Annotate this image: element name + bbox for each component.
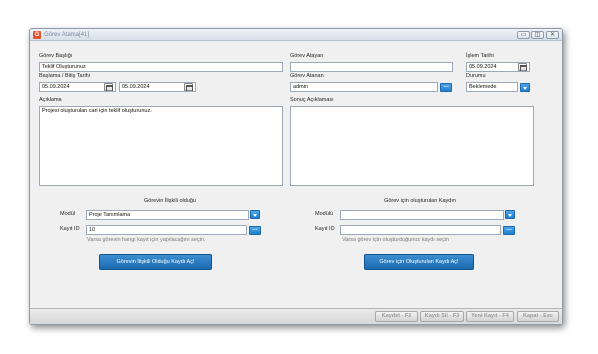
left-section-title: Görevin İlişkili olduğu bbox=[144, 198, 196, 204]
sonuc-aciklamasi-label: Sonuç Açıklaması bbox=[290, 97, 334, 103]
new-record-button[interactable]: Yeni Kayıt - F4 bbox=[466, 311, 514, 322]
modulu-dropdown-button[interactable] bbox=[505, 210, 515, 219]
bitis-tarihi-input[interactable]: 05.09.2024 bbox=[119, 82, 196, 92]
right-kayit-id-label: Kayıt ID bbox=[315, 226, 335, 232]
left-section-hint: Varsa görevin hangi kayıt için yapılacağ… bbox=[87, 237, 206, 243]
gorev-atayan-input[interactable] bbox=[290, 62, 453, 72]
kayit-id-label: Kayıt ID bbox=[60, 226, 80, 232]
baslama-bitis-label: Başlama / Bitiş Tarihi bbox=[39, 73, 90, 79]
gorev-atanan-label: Görev Atanan bbox=[290, 73, 324, 79]
kayit-id-input[interactable]: 10 bbox=[86, 225, 247, 235]
sonuc-aciklamasi-textarea[interactable] bbox=[290, 106, 534, 186]
gorev-atanan-select-button[interactable]: … bbox=[440, 83, 452, 92]
right-section-title: Görev için oluşturulan Kaydın bbox=[384, 198, 456, 204]
right-kayit-id-select-button[interactable]: … bbox=[503, 226, 515, 235]
ellipsis-icon: … bbox=[252, 226, 258, 232]
durumu-select[interactable]: Beklemede bbox=[466, 82, 518, 92]
gorev-atanan-input[interactable]: admin bbox=[290, 82, 438, 92]
aciklama-label: Açıklama bbox=[39, 97, 62, 103]
gorev-basligi-label: Görev Başlığı bbox=[39, 53, 73, 59]
right-section-hint: Varsa görev için oluşturduğunuz kaydı se… bbox=[342, 237, 450, 243]
window-title: Görev Atama[41] bbox=[44, 32, 90, 38]
baslama-tarihi-input[interactable]: 05.09.2024 bbox=[39, 82, 116, 92]
modulu-select[interactable] bbox=[340, 210, 504, 220]
ellipsis-icon: … bbox=[506, 226, 512, 232]
bitis-tarihi-value: 05.09.2024 bbox=[122, 84, 150, 90]
gorev-atama-window: G Görev Atama[41] ▭ ◫ ✕ Görev Başlığı Te… bbox=[29, 28, 563, 325]
maximize-button[interactable]: ◫ bbox=[531, 31, 544, 39]
modul-dropdown-button[interactable] bbox=[250, 210, 260, 219]
right-kayit-id-input[interactable] bbox=[340, 225, 501, 235]
close-button[interactable]: Kapat - Esc bbox=[517, 311, 559, 322]
open-created-record-button[interactable]: Görev için Oluşturulan Kaydı Aç! bbox=[364, 254, 474, 270]
modul-label: Modül bbox=[60, 211, 75, 217]
durumu-dropdown-button[interactable] bbox=[520, 83, 530, 92]
calendar-icon[interactable] bbox=[518, 63, 527, 71]
calendar-icon[interactable] bbox=[104, 83, 113, 91]
maximize-icon: ◫ bbox=[534, 32, 541, 38]
baslama-tarihi-value: 05.09.2024 bbox=[42, 84, 70, 90]
delete-record-button[interactable]: Kaydı Sil - F3 bbox=[420, 311, 464, 322]
kayit-id-select-button[interactable]: … bbox=[249, 226, 261, 235]
ellipsis-icon: … bbox=[443, 83, 449, 89]
app-icon: G bbox=[33, 31, 41, 39]
calendar-icon[interactable] bbox=[184, 83, 193, 91]
islem-tarihi-label: İşlem Tarihi bbox=[466, 53, 494, 59]
islem-tarihi-value: 05.09.2024 bbox=[469, 64, 497, 70]
close-window-button[interactable]: ✕ bbox=[546, 31, 559, 39]
save-button[interactable]: Kaydet - F2 bbox=[375, 311, 418, 322]
minimize-button[interactable]: ▭ bbox=[517, 31, 530, 39]
durumu-label: Durumu bbox=[466, 73, 486, 79]
close-icon: ✕ bbox=[549, 32, 556, 38]
gorev-atayan-label: Görev Atayan bbox=[290, 53, 324, 59]
islem-tarihi-input[interactable]: 05.09.2024 bbox=[466, 62, 530, 72]
gorev-basligi-input[interactable]: Teklif Oluşturunuz bbox=[39, 62, 283, 72]
open-related-record-button[interactable]: Görevin İlişkili Olduğu Kaydı Aç! bbox=[99, 254, 212, 270]
minimize-icon: ▭ bbox=[520, 32, 527, 38]
title-bar: G Görev Atama[41] ▭ ◫ ✕ bbox=[30, 29, 562, 41]
modul-select[interactable]: Proje Tanımlama bbox=[86, 210, 249, 220]
footer-toolbar: Kaydet - F2 Kaydı Sil - F3 Yeni Kayıt - … bbox=[30, 308, 562, 324]
modulu-label: Modülü bbox=[315, 211, 334, 217]
aciklama-textarea[interactable]: Projesi oluşturulan cari için teklif olu… bbox=[39, 106, 283, 186]
